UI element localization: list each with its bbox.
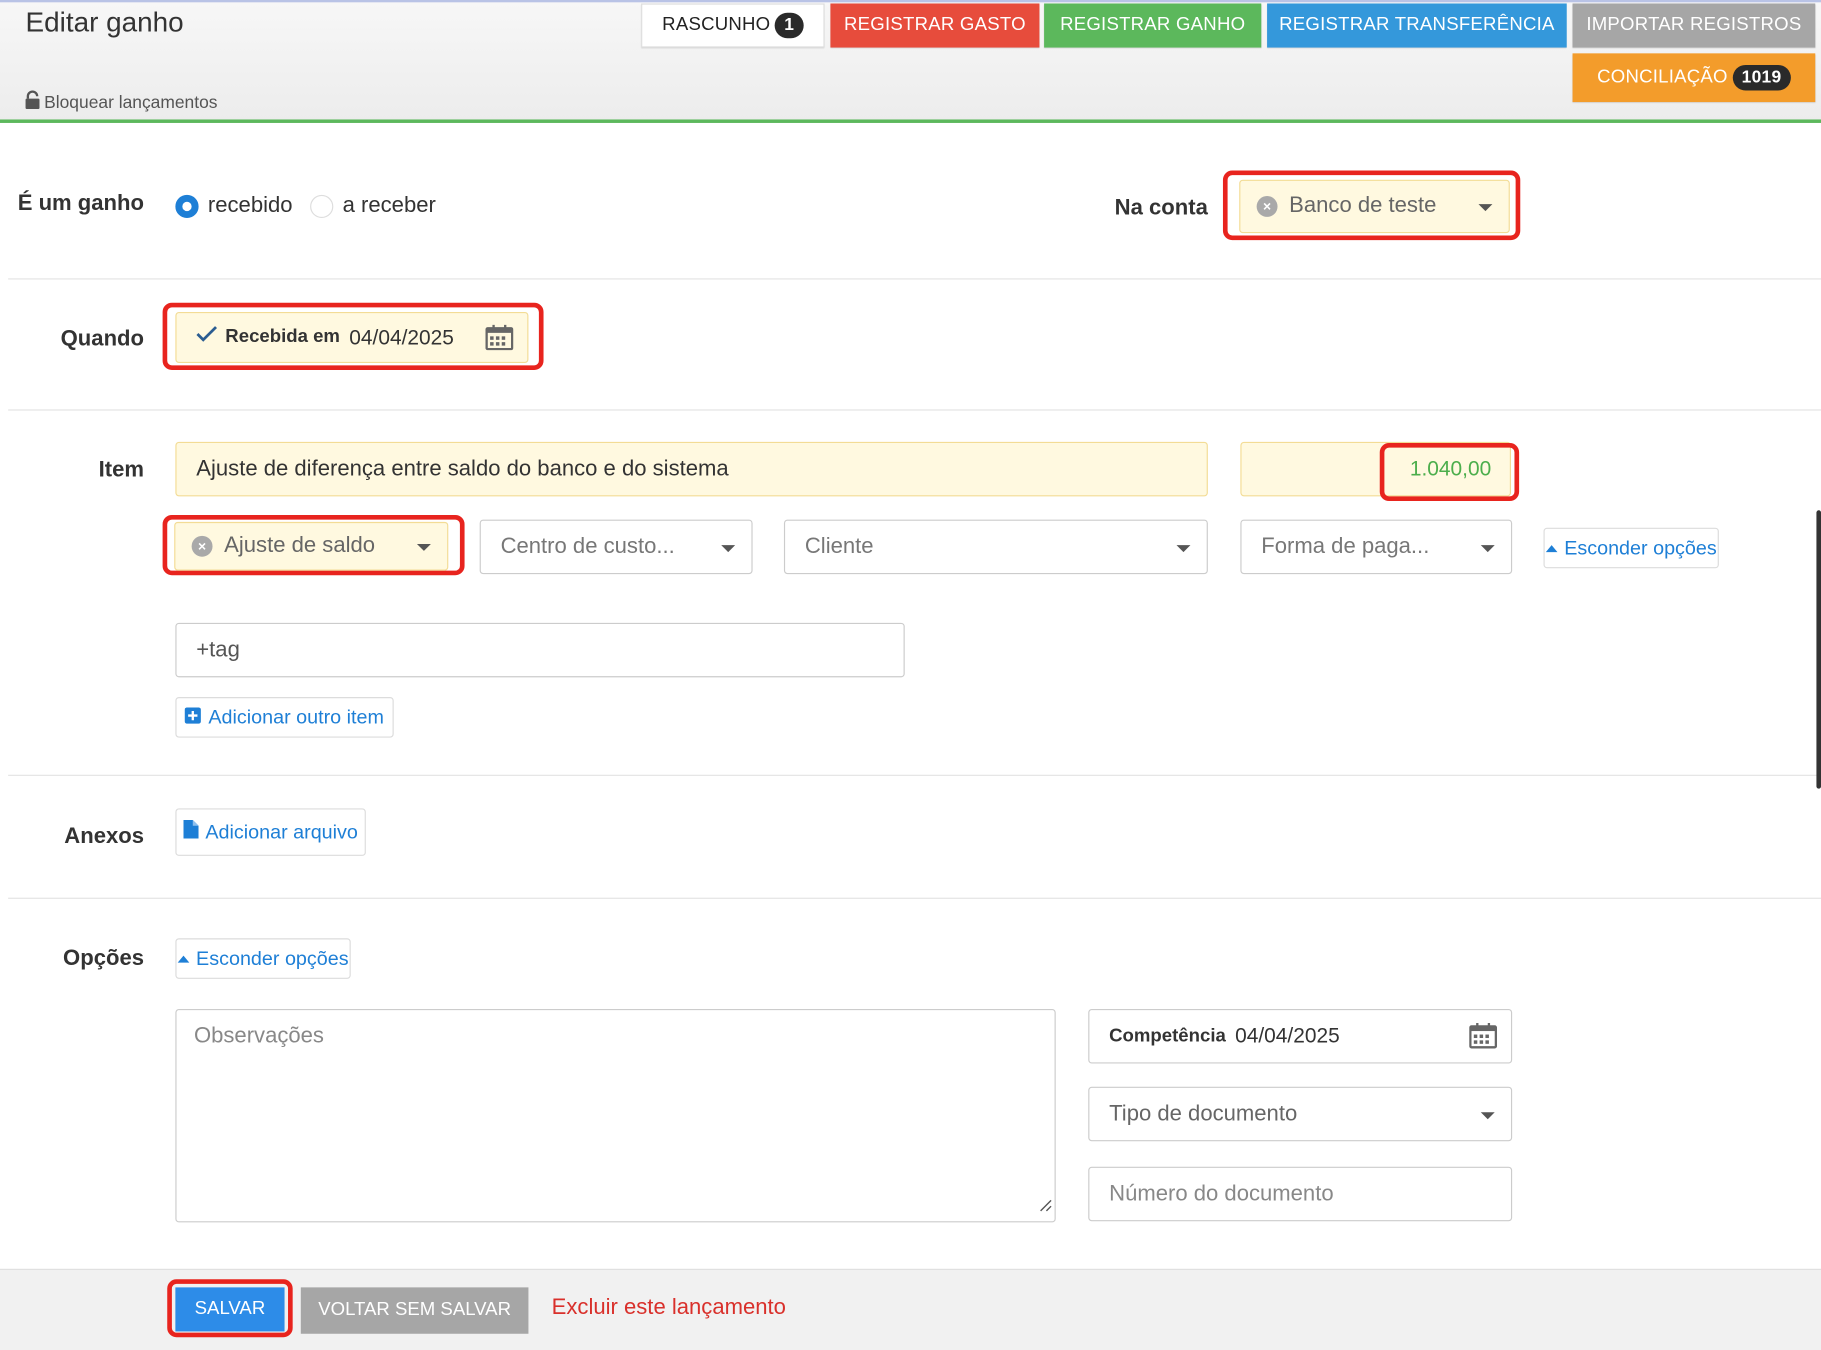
cost-center-select[interactable]: Centro de custo... xyxy=(479,519,753,575)
draft-button-label: RASCUNHO xyxy=(662,15,771,35)
received-date-value: 04/04/2025 xyxy=(349,325,454,349)
document-type-placeholder: Tipo de documento xyxy=(1109,1101,1298,1126)
register-income-button[interactable]: REGISTRAR GANHO xyxy=(1044,3,1262,48)
item-description-value: Ajuste de diferença entre saldo do banco… xyxy=(196,456,729,481)
chevron-down-icon xyxy=(416,543,431,551)
draft-button[interactable]: RASCUNHO 1 xyxy=(641,3,825,48)
plus-square-icon xyxy=(185,706,202,729)
category-value: Ajuste de saldo xyxy=(224,533,376,558)
scrollbar-thumb[interactable] xyxy=(1816,510,1821,789)
document-type-select[interactable]: Tipo de documento xyxy=(1088,1086,1513,1142)
save-button[interactable]: SALVAR xyxy=(175,1287,285,1332)
clear-account-icon[interactable]: × xyxy=(1256,196,1278,217)
hide-item-options-button[interactable]: Esconder opções xyxy=(1543,527,1719,569)
import-records-button[interactable]: IMPORTAR REGISTROS xyxy=(1572,3,1816,48)
status-receivable-label: a receber xyxy=(342,193,436,219)
received-date-prefix: Recebida em xyxy=(225,327,340,347)
received-date-field[interactable]: Recebida em 04/04/2025 xyxy=(175,311,529,364)
item-description-input[interactable]: Ajuste de diferença entre saldo do banco… xyxy=(175,441,1208,497)
import-records-label: IMPORTAR REGISTROS xyxy=(1586,15,1802,35)
resize-handle-icon[interactable] xyxy=(1038,1193,1052,1219)
amount-highlight xyxy=(1379,443,1520,502)
category-select[interactable]: × Ajuste de saldo xyxy=(174,521,449,571)
chevron-down-icon xyxy=(1480,1111,1495,1119)
chevron-down-icon xyxy=(1480,544,1495,552)
page-title: Editar ganho xyxy=(25,6,184,39)
save-button-label: SALVAR xyxy=(194,1298,266,1319)
register-expense-label: REGISTRAR GASTO xyxy=(844,15,1026,35)
reconciliation-label: CONCILIAÇÃO xyxy=(1597,67,1728,87)
cost-center-placeholder: Centro de custo... xyxy=(500,534,675,559)
add-file-label: Adicionar arquivo xyxy=(205,820,358,843)
radio-unselected-icon xyxy=(310,194,334,219)
payment-method-placeholder: Forma de paga... xyxy=(1261,534,1430,559)
add-file-button[interactable]: Adicionar arquivo xyxy=(175,808,366,856)
income-type-label: É um ganho xyxy=(17,191,145,216)
account-label: Na conta xyxy=(1114,196,1208,221)
delete-entry-link[interactable]: Excluir este lançamento xyxy=(552,1295,786,1321)
chevron-down-icon xyxy=(721,544,736,552)
chevron-down-icon xyxy=(1176,544,1191,552)
calendar-icon[interactable] xyxy=(485,324,514,357)
tag-input[interactable]: +tag xyxy=(175,622,905,678)
document-number-input[interactable]: Número do documento xyxy=(1088,1166,1513,1222)
document-number-placeholder: Número do documento xyxy=(1109,1181,1334,1206)
lock-entries-label: Bloquear lançamentos xyxy=(44,92,218,112)
account-select[interactable]: × Banco de teste xyxy=(1239,179,1510,234)
check-icon xyxy=(195,325,218,351)
section-divider xyxy=(8,409,1821,411)
back-without-saving-button[interactable]: VOLTAR SEM SALVAR xyxy=(300,1287,529,1334)
caret-up-icon xyxy=(1545,544,1558,552)
competence-date-field[interactable]: Competência 04/04/2025 xyxy=(1088,1009,1513,1064)
section-divider xyxy=(8,774,1821,776)
register-expense-button[interactable]: REGISTRAR GASTO xyxy=(830,3,1040,48)
register-income-label: REGISTRAR GANHO xyxy=(1060,15,1246,35)
payment-method-select[interactable]: Forma de paga... xyxy=(1240,519,1513,575)
client-placeholder: Cliente xyxy=(804,534,874,559)
radio-selected-icon xyxy=(175,194,199,219)
draft-count-badge: 1 xyxy=(775,12,804,39)
tag-placeholder: +tag xyxy=(196,637,240,662)
competence-prefix: Competência xyxy=(1109,1025,1226,1046)
back-without-saving-label: VOLTAR SEM SALVAR xyxy=(318,1300,511,1320)
section-divider xyxy=(8,897,1821,899)
competence-date-value: 04/04/2025 xyxy=(1235,1024,1340,1048)
delete-entry-label: Excluir este lançamento xyxy=(551,1295,786,1320)
add-item-label: Adicionar outro item xyxy=(208,705,384,728)
account-value: Banco de teste xyxy=(1289,193,1437,219)
clear-category-icon[interactable]: × xyxy=(191,535,213,557)
hide-item-options-label: Esconder opções xyxy=(1564,536,1717,559)
status-received-label: recebido xyxy=(207,193,293,219)
notes-textarea[interactable]: Observações xyxy=(175,1009,1056,1223)
options-label: Opções xyxy=(63,946,145,971)
notes-placeholder: Observações xyxy=(193,1024,324,1049)
chevron-down-icon xyxy=(1478,204,1493,212)
reconciliation-button[interactable]: CONCILIAÇÃO 1019 xyxy=(1572,53,1816,103)
section-divider xyxy=(8,278,1821,280)
calendar-icon[interactable] xyxy=(1469,1022,1498,1055)
caret-up-icon xyxy=(177,955,190,963)
register-transfer-label: REGISTRAR TRANSFERÊNCIA xyxy=(1279,15,1555,35)
status-receivable-radio[interactable]: a receber xyxy=(310,194,436,220)
item-label: Item xyxy=(98,458,145,483)
header-divider xyxy=(0,119,1821,123)
reconciliation-count-badge: 1019 xyxy=(1732,64,1791,91)
attachments-label: Anexos xyxy=(64,824,145,849)
lock-entries-link[interactable]: Bloquear lançamentos xyxy=(24,90,217,113)
when-label: Quando xyxy=(60,327,145,352)
hide-options-button[interactable]: Esconder opções xyxy=(175,938,351,979)
status-received-radio[interactable]: recebido xyxy=(175,193,293,220)
file-icon xyxy=(183,819,199,844)
hide-options-label: Esconder opções xyxy=(196,946,349,970)
register-transfer-button[interactable]: REGISTRAR TRANSFERÊNCIA xyxy=(1267,3,1567,48)
add-item-button[interactable]: Adicionar outro item xyxy=(175,697,394,738)
client-select[interactable]: Cliente xyxy=(783,519,1208,575)
lock-icon xyxy=(24,90,40,113)
